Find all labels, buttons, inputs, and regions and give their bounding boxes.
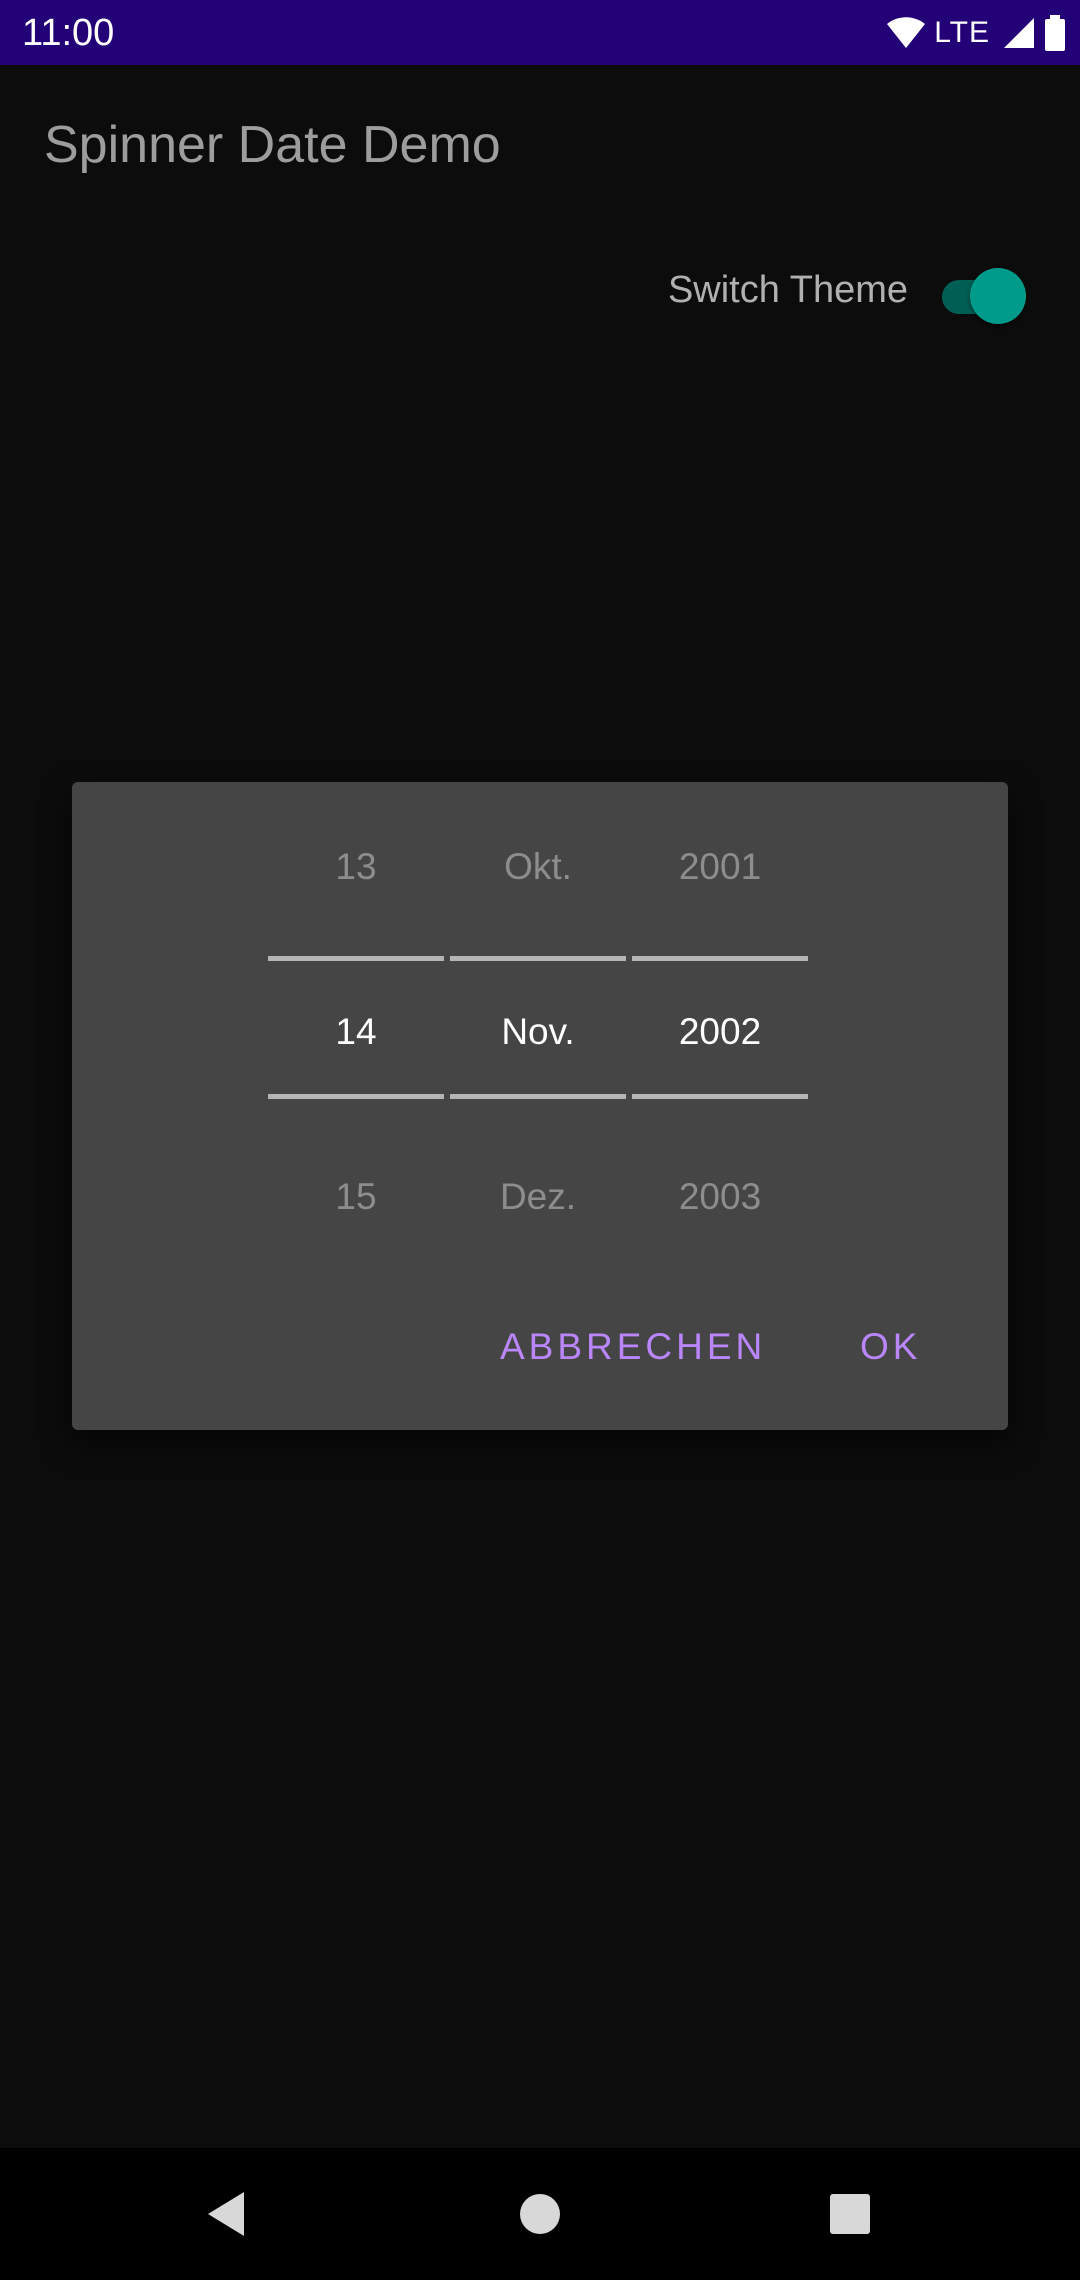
signal-icon [1002, 16, 1036, 50]
day-divider-bottom [268, 1094, 444, 1099]
app-bar: Spinner Date Demo [0, 65, 1080, 225]
month-current-value[interactable]: Nov. [450, 1007, 626, 1057]
month-divider-bottom [450, 1094, 626, 1099]
theme-switch-row: Switch Theme [668, 255, 1028, 325]
day-current-value[interactable]: 14 [268, 1007, 444, 1057]
day-divider-top [268, 956, 444, 961]
battery-icon [1044, 15, 1066, 51]
year-divider-bottom [632, 1094, 808, 1099]
ok-button[interactable]: OK [860, 1302, 921, 1392]
year-prev-value[interactable]: 2001 [632, 842, 808, 892]
status-icons: LTE [886, 10, 1066, 56]
day-prev-value[interactable]: 13 [268, 842, 444, 892]
year-next-value[interactable]: 2003 [632, 1172, 808, 1222]
home-icon[interactable] [500, 2174, 580, 2254]
status-time: 11:00 [22, 12, 115, 54]
month-next-value[interactable]: Dez. [450, 1172, 626, 1222]
recents-icon[interactable] [810, 2174, 890, 2254]
theme-switch-label: Switch Theme [667, 268, 908, 311]
app-title: Spinner Date Demo [44, 116, 501, 174]
dialog-actions: ABBRECHEN OK [72, 1302, 1008, 1392]
day-spinner[interactable]: 13 14 15 [268, 782, 444, 1262]
network-type-label: LTE [934, 16, 990, 49]
year-spinner[interactable]: 2001 2002 2003 [632, 782, 808, 1262]
month-divider-top [450, 956, 626, 961]
day-next-value[interactable]: 15 [268, 1172, 444, 1222]
date-picker-dialog: 13 14 15 Okt. Nov. Dez. 2001 2002 2003 A… [72, 782, 1008, 1430]
year-current-value[interactable]: 2002 [632, 1007, 808, 1057]
month-spinner[interactable]: Okt. Nov. Dez. [450, 782, 626, 1262]
date-spinner: 13 14 15 Okt. Nov. Dez. 2001 2002 2003 [268, 782, 812, 1262]
navigation-bar [0, 2148, 1080, 2280]
wifi-icon [886, 16, 926, 50]
switch-thumb [970, 268, 1026, 324]
cancel-button[interactable]: ABBRECHEN [500, 1302, 766, 1392]
month-prev-value[interactable]: Okt. [450, 842, 626, 892]
status-bar: 11:00 LTE [0, 0, 1080, 65]
theme-switch-toggle[interactable] [936, 260, 1028, 324]
year-divider-top [632, 956, 808, 961]
back-icon[interactable] [186, 2174, 266, 2254]
